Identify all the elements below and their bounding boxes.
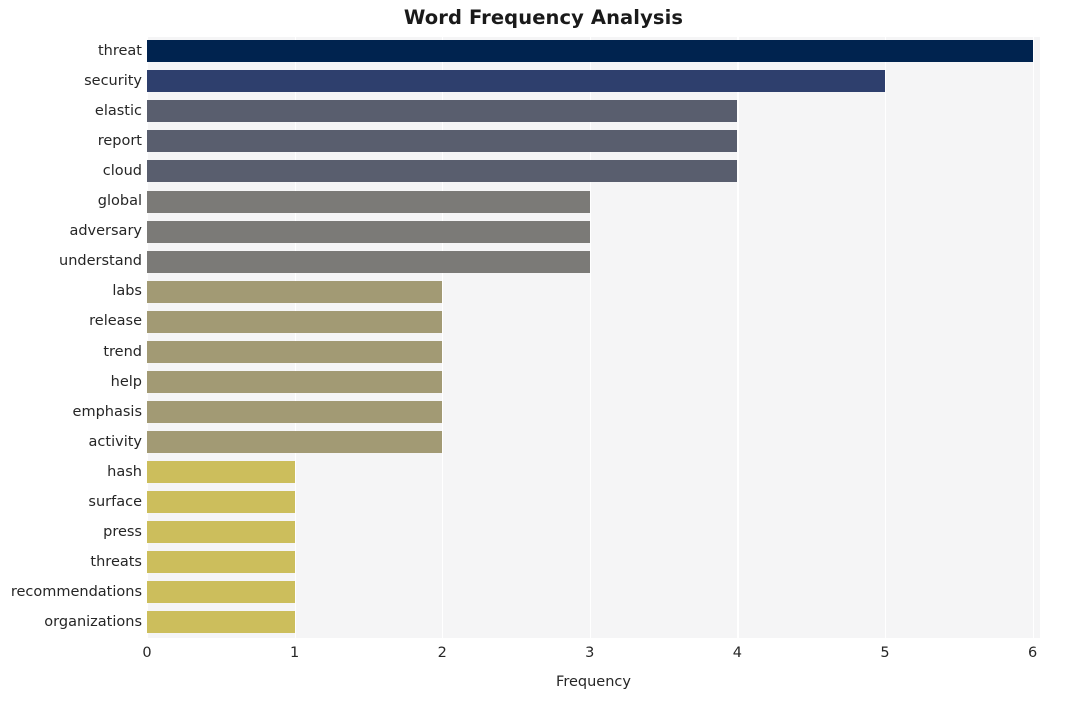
plot-area: [147, 37, 1040, 638]
x-tick-label: 4: [732, 645, 743, 661]
bar-row: [147, 518, 1040, 547]
x-tick-label: 5: [880, 645, 890, 661]
y-tick-label: elastic: [94, 103, 142, 120]
bar-row: [147, 127, 1040, 156]
x-tick-label: 2: [437, 645, 447, 661]
bar[interactable]: [147, 310, 443, 333]
y-tick-label: recommendations: [10, 583, 142, 600]
bar[interactable]: [147, 370, 443, 393]
x-tick-label: 6: [1027, 645, 1038, 661]
bar[interactable]: [147, 160, 738, 183]
bar[interactable]: [147, 220, 590, 243]
bar[interactable]: [147, 100, 738, 123]
bar[interactable]: [147, 190, 590, 213]
bar[interactable]: [147, 340, 443, 363]
bar[interactable]: [147, 280, 443, 303]
y-tick-label: press: [103, 523, 142, 540]
chart-title: Word Frequency Analysis: [403, 6, 684, 29]
y-tick-label: surface: [88, 493, 142, 510]
y-tick-label: cloud: [102, 163, 142, 180]
y-tick-label: understand: [59, 253, 142, 270]
x-tick-label: 3: [585, 645, 595, 661]
bar-row: [147, 578, 1040, 607]
bar-row: [147, 187, 1040, 216]
y-tick-label: adversary: [69, 223, 142, 240]
bar[interactable]: [147, 70, 886, 93]
y-tick-label: release: [89, 313, 142, 330]
bar[interactable]: [147, 551, 295, 574]
chart-figure: Word Frequency Analysis threat security el…: [0, 0, 1087, 701]
y-tick-label: organizations: [44, 613, 142, 630]
bar-row: [147, 37, 1040, 66]
x-tick-label: 0: [142, 645, 152, 661]
bar-row: [147, 428, 1040, 457]
bar-row: [147, 247, 1040, 276]
bar-row: [147, 277, 1040, 306]
bar-row: [147, 217, 1040, 246]
x-axis-title: Frequency: [556, 674, 631, 690]
bar-row: [147, 458, 1040, 487]
bar[interactable]: [147, 400, 443, 423]
bar-row: [147, 157, 1040, 186]
bar[interactable]: [147, 430, 443, 453]
bar-row: [147, 307, 1040, 336]
bar-row: [147, 608, 1040, 637]
bar[interactable]: [147, 250, 590, 273]
bar[interactable]: [147, 460, 295, 483]
bar-row: [147, 97, 1040, 126]
bar[interactable]: [147, 130, 738, 153]
y-tick-label: activity: [88, 433, 142, 450]
y-tick-label: security: [84, 73, 142, 90]
y-tick-label: report: [97, 133, 142, 150]
x-tick-label: 1: [289, 645, 300, 661]
bar-row: [147, 368, 1040, 397]
y-tick-label: threats: [90, 553, 142, 570]
bar-row: [147, 488, 1040, 517]
y-tick-label: global: [97, 193, 142, 210]
y-tick-label: threat: [97, 43, 142, 60]
bar-row: [147, 398, 1040, 427]
bar-row: [147, 548, 1040, 577]
bar[interactable]: [147, 521, 295, 544]
y-tick-label: help: [110, 373, 142, 390]
y-tick-label: emphasis: [72, 403, 142, 420]
bar-row: [147, 338, 1040, 367]
bar[interactable]: [147, 40, 1033, 63]
y-tick-label: labs: [112, 283, 142, 300]
bar[interactable]: [147, 581, 295, 604]
y-tick-label: trend: [103, 343, 142, 360]
bar[interactable]: [147, 611, 295, 634]
y-tick-label: hash: [107, 463, 142, 480]
bar[interactable]: [147, 491, 295, 514]
bar-row: [147, 67, 1040, 96]
